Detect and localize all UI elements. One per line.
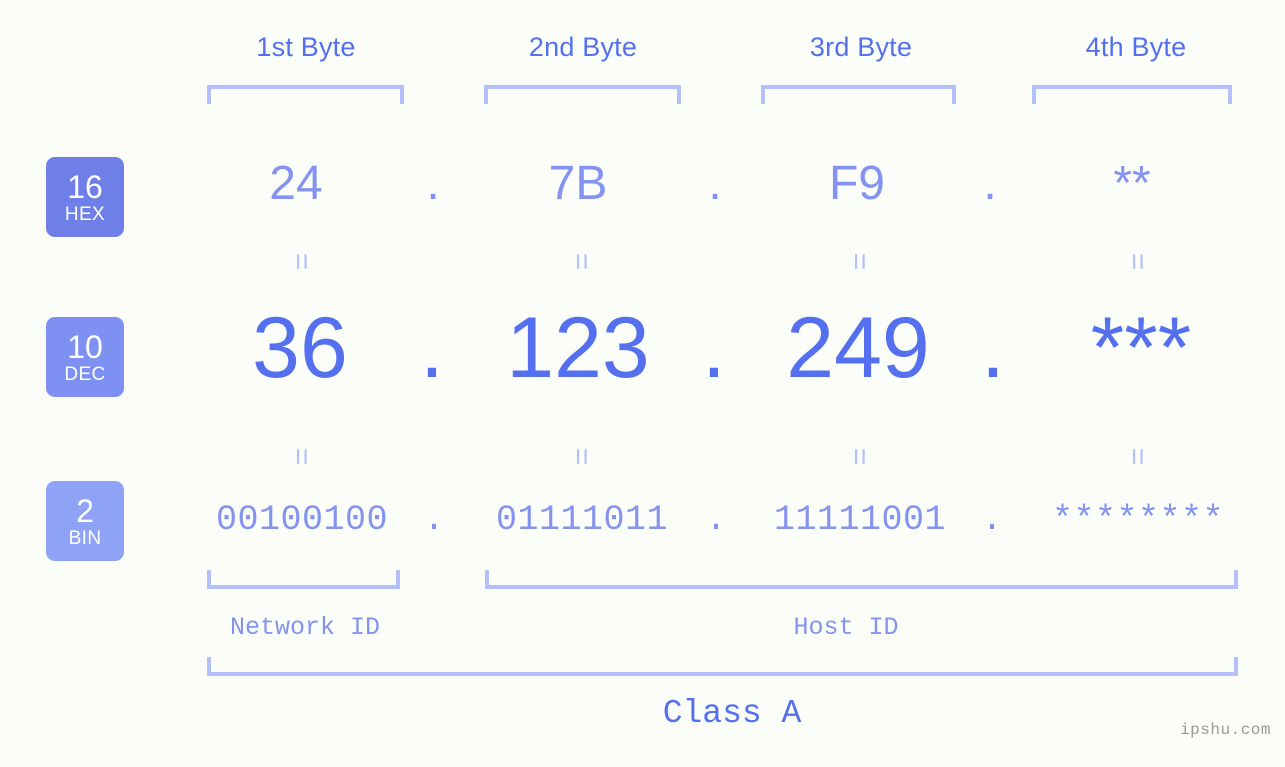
hex-octet-2: 7B — [548, 157, 608, 210]
bracket-class — [207, 657, 1238, 676]
dec-octet-1: 36 — [252, 300, 348, 396]
hex-separator-1: . — [426, 157, 440, 210]
equals-separator-dec-bin-1: = — [285, 447, 318, 465]
bracket-network-id — [207, 570, 400, 589]
bin-octet-3: 11111001 — [773, 500, 947, 540]
column-header-1st-byte: 1st Byte — [256, 32, 356, 62]
bin-separator-3: . — [981, 500, 1003, 540]
bin-separator-2: . — [705, 500, 727, 540]
bin-row: 00100100 . 01111011 . 11111001 . *******… — [0, 503, 1285, 549]
dec-octet-4: *** — [1090, 300, 1192, 396]
column-header-3rd-byte: 3rd Byte — [809, 32, 913, 62]
hex-separator-2: . — [708, 157, 722, 210]
equals-separator-hex-dec-4: = — [1121, 252, 1154, 270]
watermark: ipshu.com — [1180, 721, 1271, 739]
dec-separator-3: . — [981, 300, 1005, 396]
dec-separator-1: . — [420, 300, 444, 396]
equals-separator-dec-bin-3: = — [843, 447, 876, 465]
hex-row: 24 . 7B . F9 . ** — [0, 160, 1285, 220]
bin-octet-1: 00100100 — [215, 500, 389, 540]
hex-octet-1: 24 — [269, 157, 323, 210]
equals-separator-hex-dec-2: = — [565, 252, 598, 270]
column-header-2nd-byte: 2nd Byte — [528, 32, 638, 62]
top-bracket-byte-3 — [761, 85, 956, 104]
bracket-host-id — [485, 570, 1238, 589]
bin-separator-1: . — [423, 500, 445, 540]
equals-separator-hex-dec-3: = — [843, 252, 876, 270]
top-bracket-byte-1 — [207, 85, 404, 104]
dec-separator-2: . — [702, 300, 726, 396]
dec-octet-2: 123 — [506, 300, 650, 396]
hex-separator-3: . — [983, 157, 997, 210]
bin-octet-4: ******** — [1051, 500, 1225, 540]
hex-octet-4: ** — [1113, 157, 1151, 210]
label-class: Class A — [662, 695, 802, 732]
label-network-id: Network ID — [229, 613, 381, 642]
equals-separator-dec-bin-2: = — [565, 447, 598, 465]
label-host-id: Host ID — [793, 613, 899, 642]
bin-octet-2: 01111011 — [495, 500, 669, 540]
hex-octet-3: F9 — [828, 157, 885, 210]
equals-separator-dec-bin-4: = — [1121, 447, 1154, 465]
dec-row: 36 . 123 . 249 . *** — [0, 305, 1285, 410]
ip-address-breakdown-diagram: 1st Byte 2nd Byte 3rd Byte 4th Byte 16 H… — [0, 0, 1285, 767]
equals-separator-hex-dec-1: = — [285, 252, 318, 270]
dec-octet-3: 249 — [786, 300, 930, 396]
top-bracket-byte-4 — [1032, 85, 1232, 104]
column-header-4th-byte: 4th Byte — [1085, 32, 1187, 62]
top-bracket-byte-2 — [484, 85, 681, 104]
